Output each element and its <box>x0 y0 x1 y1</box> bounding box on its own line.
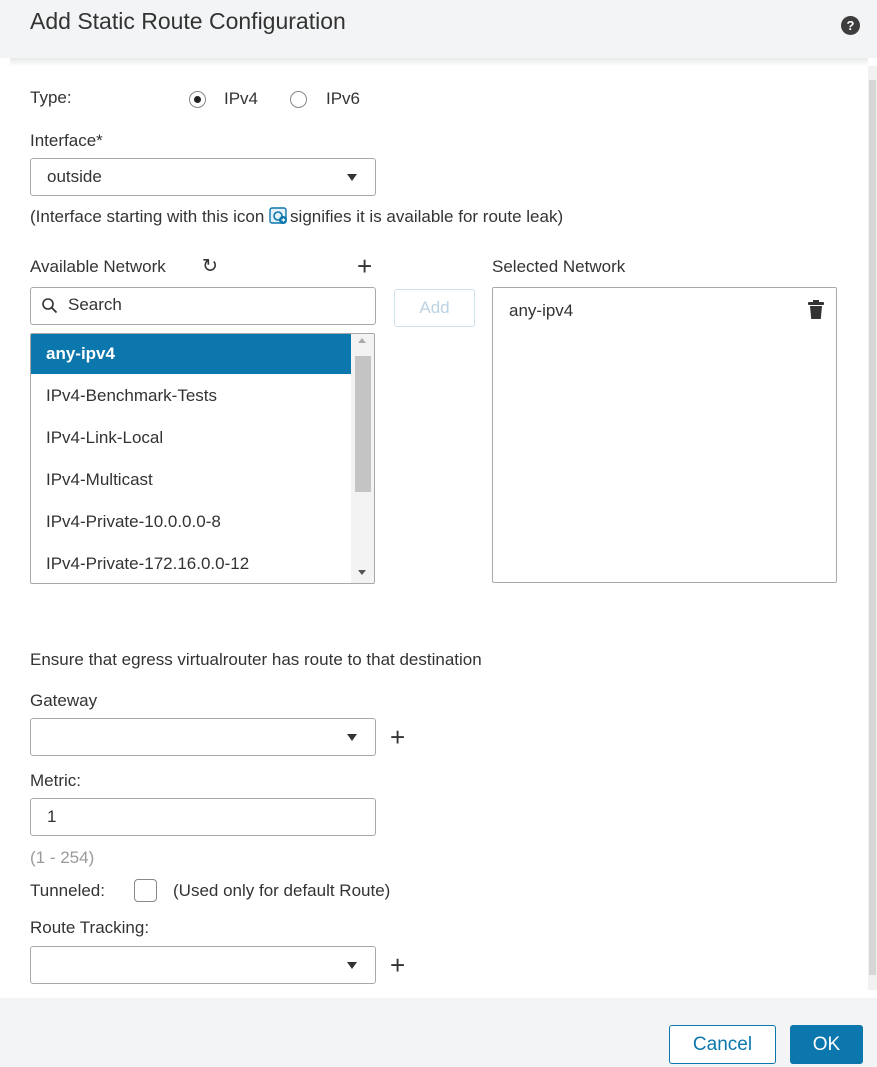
list-item[interactable]: IPv4-Multicast <box>31 460 351 500</box>
route-leak-icon <box>269 207 289 225</box>
scroll-up-icon[interactable] <box>358 338 366 343</box>
network-search-input[interactable]: Search <box>30 287 376 325</box>
chevron-down-icon <box>347 962 357 969</box>
help-icon[interactable]: ? <box>841 16 860 35</box>
list-item[interactable]: IPv4-Link-Local <box>31 418 351 458</box>
route-tracking-label: Route Tracking: <box>30 918 150 937</box>
dialog-scrollbar[interactable] <box>868 66 877 990</box>
ipv4-radio[interactable] <box>189 91 206 108</box>
type-label: Type: <box>30 88 72 107</box>
gateway-select[interactable] <box>30 718 376 756</box>
selected-network-item: any-ipv4 <box>509 301 574 320</box>
metric-label: Metric: <box>30 771 81 790</box>
interface-select-value: outside <box>47 167 102 186</box>
tunneled-checkbox[interactable] <box>134 879 157 902</box>
dialog-scrollbar-thumb[interactable] <box>869 80 876 975</box>
ipv4-radio-label[interactable]: IPv4 <box>224 89 258 109</box>
list-scrollbar-thumb[interactable] <box>355 356 371 492</box>
interface-hint-prefix: (Interface starting with this icon <box>30 207 270 226</box>
route-tracking-select[interactable] <box>30 946 376 984</box>
list-scrollbar[interactable] <box>351 334 374 583</box>
tunneled-note: (Used only for default Route) <box>173 881 391 900</box>
metric-range-hint: (1 - 254) <box>30 848 95 867</box>
dialog-title: Add Static Route Configuration <box>30 8 346 34</box>
list-item[interactable]: any-ipv4 <box>31 334 351 374</box>
interface-label: Interface* <box>30 131 103 150</box>
egress-note: Ensure that egress virtualrouter has rou… <box>30 650 482 669</box>
ipv6-radio[interactable] <box>290 91 307 108</box>
ok-button[interactable]: OK <box>790 1025 863 1064</box>
metric-input[interactable]: 1 <box>30 798 376 836</box>
metric-input-value: 1 <box>47 807 57 826</box>
add-network-button[interactable]: Add <box>394 289 475 327</box>
selected-network-list: any-ipv4 <box>492 287 837 583</box>
interface-hint: (Interface starting with this icon signi… <box>30 207 563 227</box>
chevron-down-icon <box>347 734 357 741</box>
refresh-icon[interactable]: ↻ <box>202 255 218 278</box>
list-item[interactable]: IPv4-Private-10.0.0.0-8 <box>31 502 351 542</box>
available-network-label: Available Network <box>30 257 166 276</box>
header-shadow <box>10 58 868 66</box>
available-network-list[interactable]: any-ipv4 IPv4-Benchmark-Tests IPv4-Link-… <box>30 333 375 584</box>
ipv6-radio-label[interactable]: IPv6 <box>326 89 360 109</box>
list-item[interactable]: IPv4-Private-172.16.0.0-12 <box>31 544 351 583</box>
list-item[interactable]: IPv4-Benchmark-Tests <box>31 376 351 416</box>
search-icon <box>41 297 59 320</box>
interface-select[interactable]: outside <box>30 158 376 196</box>
interface-hint-suffix: signifies it is available for route leak… <box>290 207 564 226</box>
add-gateway-plus-icon[interactable]: + <box>390 724 405 750</box>
selected-network-label: Selected Network <box>492 257 626 276</box>
search-placeholder: Search <box>68 295 122 314</box>
add-route-tracking-plus-icon[interactable]: + <box>390 952 405 978</box>
tunneled-label: Tunneled: <box>30 881 105 900</box>
trash-icon[interactable] <box>808 300 824 325</box>
scroll-down-icon[interactable] <box>358 570 366 575</box>
gateway-label: Gateway <box>30 691 98 710</box>
cancel-button[interactable]: Cancel <box>669 1025 776 1064</box>
add-network-plus-icon[interactable]: + <box>357 253 372 279</box>
chevron-down-icon <box>347 174 357 181</box>
